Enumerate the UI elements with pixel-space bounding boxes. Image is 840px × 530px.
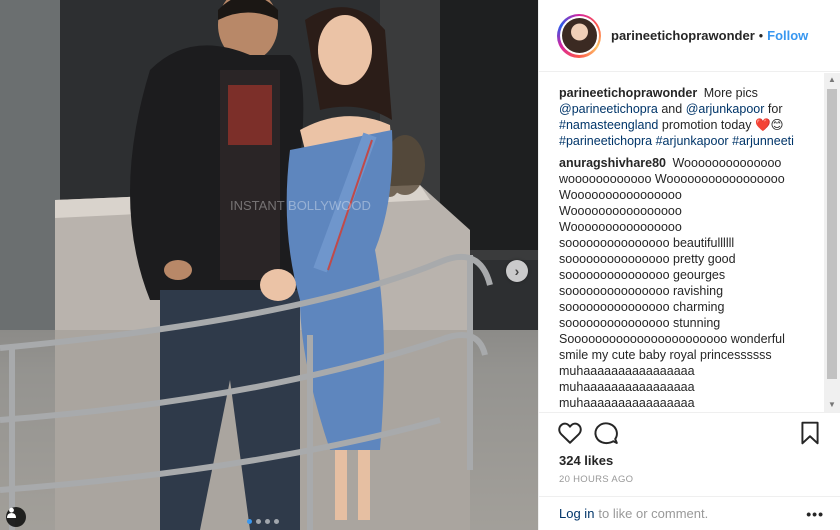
caption-text: More pics	[703, 86, 758, 100]
comment-item: anuragshivhare80 Woooooooooooooo woooooo…	[559, 155, 823, 411]
comment-line: Woooooooooooooooo	[559, 188, 682, 202]
tagged-people-button[interactable]	[6, 507, 26, 527]
scroll-up-icon[interactable]: ▲	[824, 73, 840, 87]
caption-text: and	[661, 102, 683, 116]
speech-bubble-icon	[594, 422, 618, 445]
separator-dot: •	[758, 28, 764, 43]
watermark-text: INSTANT BOLLYWOOD	[230, 198, 371, 213]
like-button[interactable]	[557, 420, 583, 446]
carousel-dot	[256, 519, 261, 524]
caption-text: for	[767, 102, 783, 116]
caption-text: promotion today ❤️😊	[661, 118, 784, 132]
hashtag-link[interactable]: #arjunkapoor	[656, 134, 729, 148]
next-photo-button[interactable]: ›	[506, 260, 528, 282]
comments-scrollbar[interactable]: ▲ ▼	[824, 73, 840, 412]
login-prompt-text: to like or comment.	[598, 506, 709, 521]
photo-illustration: INSTANT BOLLYWOOD	[0, 0, 538, 530]
like-count[interactable]: 324 likes	[559, 453, 613, 468]
comment-line: Woooooooooooooooo	[559, 204, 682, 218]
comment-line: Woooooooooooooooo	[559, 220, 682, 234]
avatar	[561, 18, 597, 53]
hashtag-link[interactable]: #parineetichopra	[559, 134, 652, 148]
caption: parineetichoprawonder More pics @parinee…	[559, 85, 823, 149]
post-actions: 324 likes 20 HOURS AGO	[539, 412, 840, 495]
save-button[interactable]	[797, 420, 823, 446]
comment-line: smile my cute baby royal princessssss	[559, 348, 772, 362]
carousel-dot	[247, 519, 252, 524]
comment-line: sooooooooooooooo ravishing	[559, 284, 724, 298]
bookmark-icon	[801, 421, 819, 445]
post-photo[interactable]: INSTANT BOLLYWOOD ›	[0, 0, 538, 530]
comments-list[interactable]: parineetichoprawonder More pics @parinee…	[539, 73, 823, 412]
follow-button[interactable]: Follow	[767, 28, 808, 43]
login-prompt: Log in to like or comment. •••	[539, 496, 840, 530]
mention-link[interactable]: @arjunkapoor	[686, 102, 765, 116]
comment-line: sooooooooooooooo geourges	[559, 268, 726, 282]
carousel-indicator	[247, 519, 279, 524]
post-header: parineetichoprawonder • Follow	[539, 0, 840, 72]
comment-line: woooooooooooo Wooooooooooooooooo	[559, 172, 785, 186]
instagram-post-modal: INSTANT BOLLYWOOD › parineetichoprawonde…	[0, 0, 840, 530]
comment-line: Woooooooooooooo	[672, 156, 782, 170]
post-username[interactable]: parineetichoprawonder	[611, 28, 755, 43]
comment-line: sooooooooooooooo charming	[559, 300, 725, 314]
comment-line: sooooooooooooooo beautifullllll	[559, 236, 735, 250]
hashtag-link[interactable]: #namasteengland	[559, 118, 658, 132]
caption-author[interactable]: parineetichoprawonder	[559, 86, 697, 100]
comment-line: sooooooooooooooo pretty good	[559, 252, 736, 266]
hashtag-link[interactable]: #arjunneeti	[732, 134, 794, 148]
heart-outline-icon	[558, 422, 582, 444]
story-ring[interactable]	[557, 13, 601, 58]
comment-button[interactable]	[593, 420, 619, 446]
mention-link[interactable]: @parineetichopra	[559, 102, 658, 116]
comment-line: sooooooooooooooo stunning	[559, 316, 721, 330]
post-side-panel: parineetichoprawonder • Follow parineeti…	[538, 0, 840, 530]
login-link[interactable]: Log in	[559, 506, 594, 521]
scrollbar-thumb[interactable]	[827, 89, 837, 379]
comment-line: muhaaaaaaaaaaaaaaaa	[559, 396, 695, 410]
post-timestamp[interactable]: 20 HOURS AGO	[559, 474, 633, 485]
carousel-dot	[274, 519, 279, 524]
scroll-down-icon[interactable]: ▼	[824, 398, 840, 412]
comment-author[interactable]: anuragshivhare80	[559, 156, 666, 170]
comment-line: Sooooooooooooooooooooooo wonderful	[559, 332, 785, 346]
comment-line: muhaaaaaaaaaaaaaaaa	[559, 380, 695, 394]
comment-line: muhaaaaaaaaaaaaaaaa	[559, 364, 695, 378]
carousel-dot	[265, 519, 270, 524]
person-icon	[7, 507, 16, 518]
chevron-right-icon: ›	[514, 263, 520, 279]
more-options-icon[interactable]: •••	[806, 506, 824, 522]
